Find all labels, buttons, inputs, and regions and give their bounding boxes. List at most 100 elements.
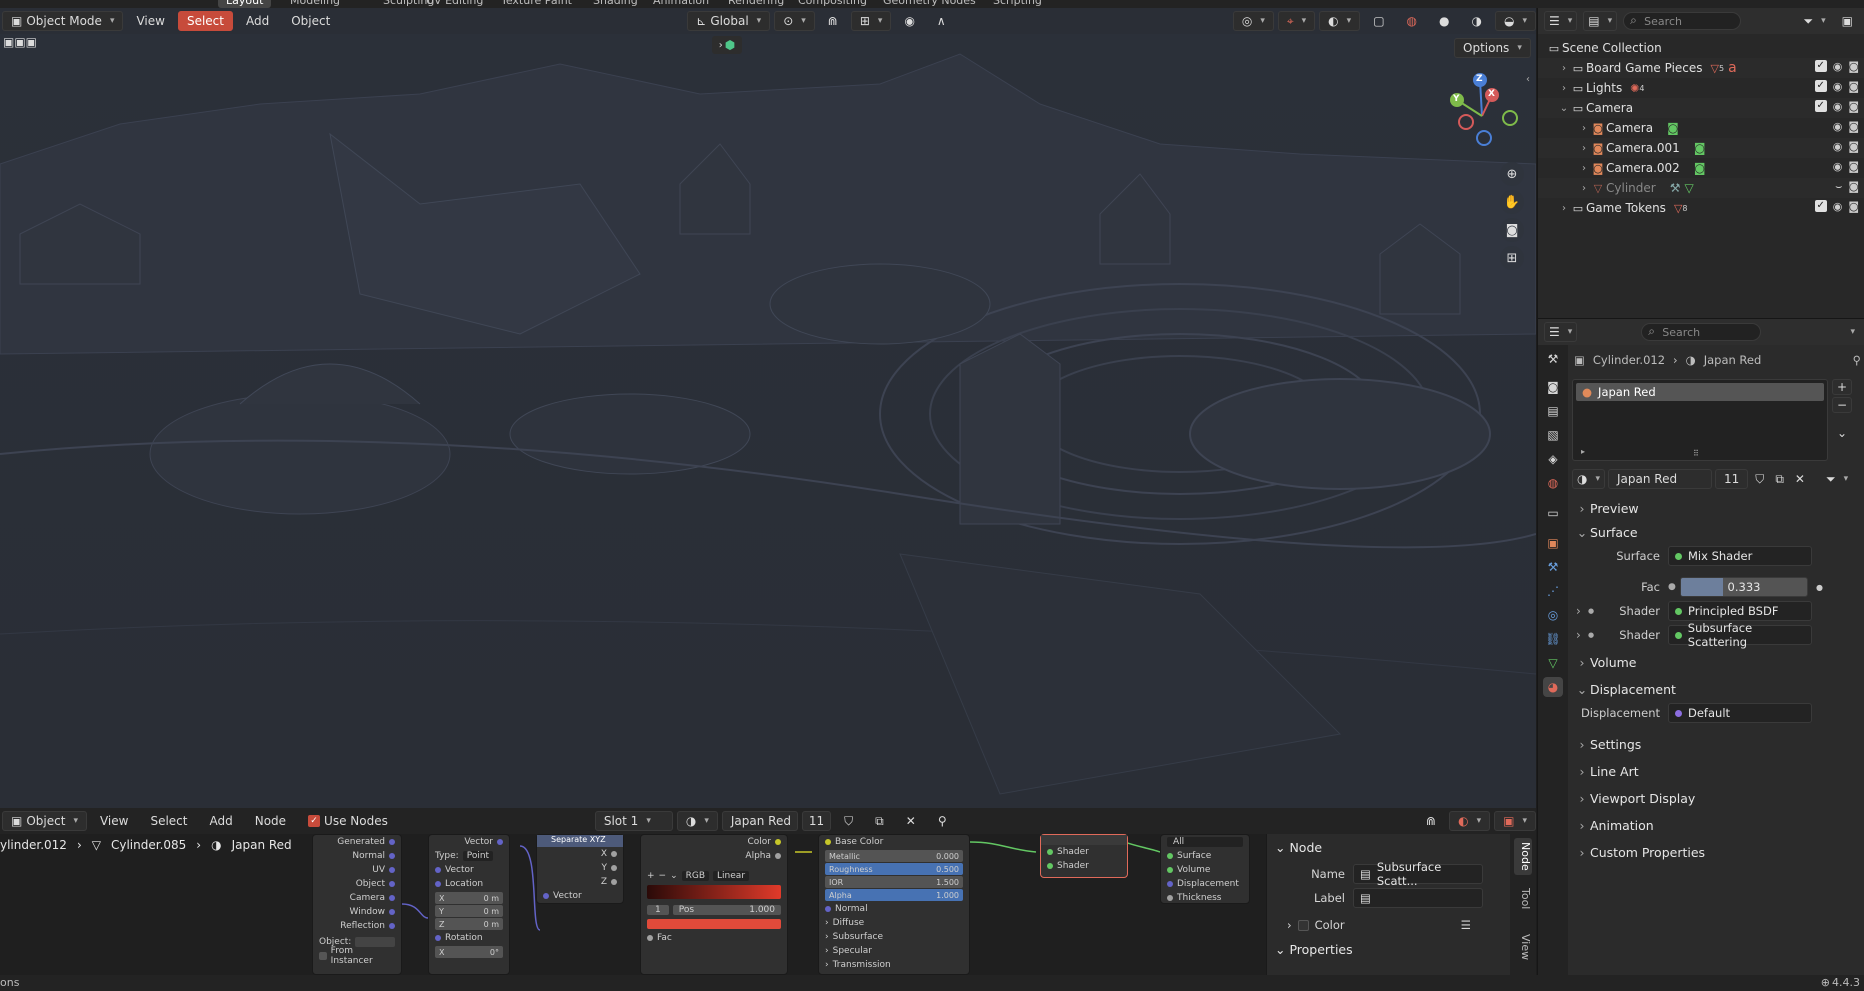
pivot-dropdown[interactable]: ⊙ [774, 11, 815, 31]
slot-specials-button[interactable]: ⌄ [1832, 425, 1852, 441]
principled-bsdf-node[interactable]: Base Color Metallic 0.000 Roughness 0.500 … [818, 834, 970, 975]
menu-object[interactable]: Object [282, 11, 339, 31]
fac-slider[interactable]: 0.333 [1680, 577, 1808, 597]
tab-material[interactable]: ◕ [1543, 677, 1563, 697]
color-checkbox[interactable] [1297, 919, 1309, 931]
camera-view-button[interactable]: ◙ [1500, 218, 1524, 242]
duplicate-material-button[interactable]: ⧉ [866, 811, 893, 831]
editor-type-dropdown[interactable]: ☰ [1544, 322, 1578, 342]
material-slots-list[interactable]: ● Japan Red ▸ ⠿ [1572, 379, 1828, 461]
scene-view[interactable]: ▣▣▣ › ⬢ Options Z X Y ⊕ ✋ ◙ ⊞ [0, 34, 1536, 808]
add-stop-icon[interactable]: + [647, 871, 655, 881]
collection-toggle[interactable]: › ⬢ [712, 36, 742, 54]
viewport-3d[interactable]: ▣Object Mode View Select Add Object ⊾Glo… [0, 8, 1536, 808]
snap-toggle[interactable]: ⋒ [819, 11, 847, 31]
tab-geometry-nodes[interactable]: Geometry Nodes [875, 0, 984, 8]
camera-render-icon[interactable]: ◙ [1848, 200, 1859, 213]
material-filter-dropdown[interactable]: ⏷ [1822, 469, 1852, 489]
perspective-toggle[interactable]: ⊞ [1500, 246, 1524, 270]
keyframe-dot-icon[interactable]: ● [1816, 583, 1823, 592]
displacement-field[interactable]: Default [1668, 703, 1812, 723]
node-color-row[interactable]: › Color ☰ [1287, 918, 1471, 932]
add-slot-button[interactable]: + [1832, 379, 1853, 395]
slot-dropdown[interactable]: Slot 1 [594, 811, 673, 831]
ramp-stop-color[interactable] [647, 919, 781, 929]
outliner-search[interactable]: Search [1623, 12, 1742, 30]
tab-world[interactable]: ◍ [1543, 473, 1563, 493]
rotation-x[interactable]: X 0° [435, 946, 503, 958]
mapping-type[interactable]: Type: Point [429, 849, 509, 863]
tab-particles[interactable]: ⋰ [1543, 581, 1563, 601]
camera-render-icon[interactable]: ◙ [1848, 120, 1859, 133]
tab-texture-paint[interactable]: Texture Paint [493, 0, 580, 8]
color-ramp-node[interactable]: Color Alpha + − ⌄ RGB Linear 1 Pos 1.000 Fac [640, 834, 788, 975]
eye-hidden-icon[interactable]: ⌣ [1835, 180, 1842, 194]
select-mode-buttons[interactable]: ▣▣▣ [0, 34, 40, 50]
pin-icon[interactable]: ⚲ [1853, 353, 1861, 367]
outliner[interactable]: ☰ ▤ Search ⏷ ▣ ▭Scene Collection ›▭Board… [1537, 8, 1864, 318]
camera-render-icon[interactable]: ◙ [1848, 100, 1859, 113]
eye-icon[interactable]: ◉ [1833, 200, 1843, 213]
xray-toggle[interactable]: ▢ [1364, 11, 1393, 31]
material-browse[interactable]: ◑ [676, 811, 718, 831]
object-camera-002[interactable]: › ◙ Camera.002 ◙ ◉ ◙ [1538, 158, 1864, 178]
exclude-checkbox[interactable]: ✓ [1814, 200, 1827, 212]
zoom-button[interactable]: ⊕ [1500, 162, 1524, 186]
mix-shader-node[interactable]: Shader Shader [1040, 834, 1128, 878]
collection-board-game-pieces[interactable]: › ▭ Board Game Pieces ▽ 5 a ✓ ◉ ◙ [1538, 58, 1864, 78]
camera-render-icon[interactable]: ◙ [1848, 140, 1859, 153]
scene-collection-row[interactable]: ▭ Scene Collection [1538, 38, 1864, 58]
menu-select[interactable]: Select [177, 11, 233, 31]
exclude-checkbox[interactable]: ✓ [1814, 60, 1827, 72]
shader1-field[interactable]: Principled BSDF [1668, 601, 1812, 621]
properties-editor[interactable]: ☰ Search ⚒ ◙ ▤ ▧ ◈ ◍ ▭ ▣ ⚒ ⋰ ◎ ⛓ ▽ ◕ ▣ C… [1537, 318, 1864, 976]
tab-uv-editing[interactable]: UV Editing [418, 0, 491, 8]
mapping-node[interactable]: Vector Type: Point Vector Location X0 m Y… [428, 834, 510, 975]
bsdf-subsurface-panel[interactable]: › Subsurface [819, 930, 969, 944]
tab-layout[interactable]: Layout [218, 0, 272, 8]
shading-wireframe[interactable]: ◍ [1398, 11, 1426, 31]
tab-collection[interactable]: ▭ [1543, 503, 1563, 523]
collapse-arrow-icon[interactable]: ⌄ [1558, 103, 1570, 114]
proportional-toggle[interactable]: ◉ [895, 11, 923, 31]
tab-rendering[interactable]: Rendering [720, 0, 792, 8]
bsdf-specular-panel[interactable]: › Specular [819, 944, 969, 958]
material-name-field[interactable]: Japan Red [721, 811, 798, 831]
output-target[interactable]: All [1161, 835, 1249, 849]
object-camera-001[interactable]: › ◙ Camera.001 ◙ ◉ ◙ [1538, 138, 1864, 158]
shading-solid[interactable]: ● [1430, 11, 1458, 31]
tab-tool[interactable]: ⚒ [1543, 349, 1563, 369]
shading-material[interactable]: ◑ [1463, 11, 1491, 31]
sidebar-toggle-arrow[interactable]: ‹ [1526, 74, 1530, 85]
tab-scene[interactable]: ◈ [1543, 449, 1563, 469]
tab-render[interactable]: ◙ [1543, 377, 1563, 397]
exclude-checkbox[interactable]: ✓ [1814, 100, 1827, 112]
tab-constraints[interactable]: ⛓ [1543, 629, 1563, 649]
collection-camera[interactable]: ⌄ ▭ Camera ✓ ◉ ◙ [1538, 98, 1864, 118]
unlink-material-button[interactable]: ✕ [897, 811, 925, 831]
object-camera[interactable]: › ◙ Camera ◙ ◉ ◙ [1538, 118, 1864, 138]
surface-shader-field[interactable]: Mix Shader [1668, 546, 1812, 566]
overlay-dropdown[interactable]: ◐ [1319, 11, 1361, 31]
exclude-checkbox[interactable]: ✓ [1814, 80, 1827, 92]
expand-arrow-icon[interactable]: › [1578, 163, 1590, 174]
tab-view-layer[interactable]: ▧ [1543, 425, 1563, 445]
sidebar-tab-tool[interactable]: Tool [1514, 888, 1532, 909]
expand-arrow-icon[interactable]: › [1568, 604, 1584, 618]
eye-icon[interactable]: ◉ [1833, 100, 1843, 113]
camera-render-icon[interactable]: ◙ [1848, 60, 1859, 73]
tab-modifiers[interactable]: ⚒ [1543, 557, 1563, 577]
new-collection-button[interactable]: ▣ [1837, 11, 1858, 31]
camera-render-icon[interactable]: ◙ [1848, 180, 1859, 194]
expand-arrow-icon[interactable]: › [1578, 143, 1590, 154]
section-surface[interactable]: Surface [1574, 525, 1864, 540]
tab-animation[interactable]: Animation [645, 0, 717, 8]
ne-menu-select[interactable]: Select [141, 811, 196, 831]
eye-icon[interactable]: ◉ [1833, 160, 1843, 173]
editor-type-dropdown[interactable]: ☰ [1544, 11, 1578, 31]
node-properties-header[interactable]: ⌄ Properties [1275, 942, 1353, 957]
camera-render-icon[interactable]: ◙ [1848, 160, 1859, 173]
snap-toggle-node[interactable]: ⋒ [1417, 811, 1445, 831]
shader2-field[interactable]: Subsurface Scattering [1668, 621, 1812, 649]
properties-search[interactable]: Search [1641, 323, 1762, 341]
